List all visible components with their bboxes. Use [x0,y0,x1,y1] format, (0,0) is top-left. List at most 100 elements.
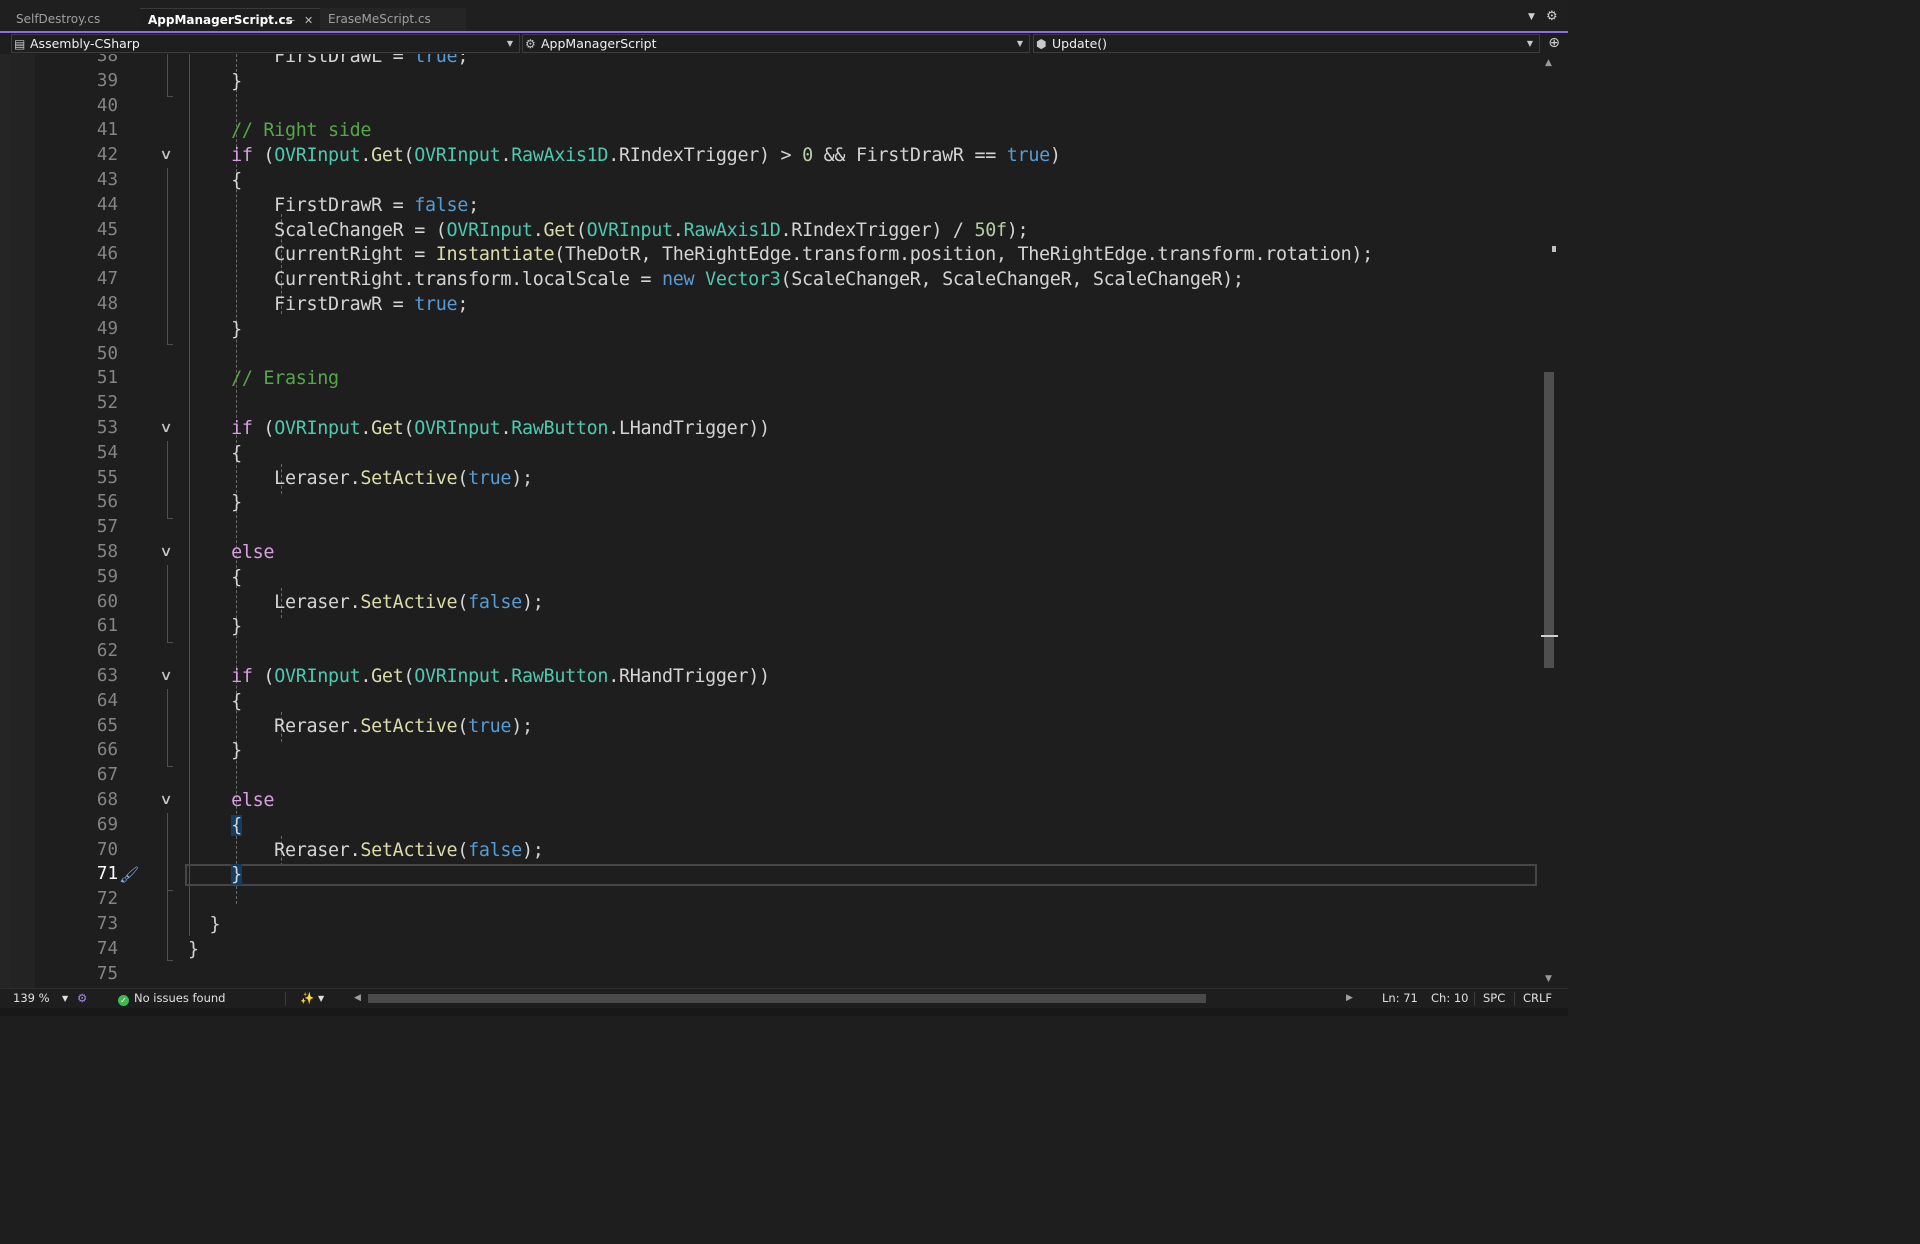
code-text[interactable]: FirstDrawL = true; [188,54,468,69]
code-text[interactable]: } [188,614,242,639]
scroll-down-arrow-icon[interactable]: ▼ [1545,974,1552,984]
code-line[interactable]: 60 Leraser.SetActive(false); [0,590,1540,615]
code-text[interactable]: { [188,441,242,466]
issues-indicator[interactable]: ✓ No issues found [118,989,225,1008]
code-text[interactable]: FirstDrawR = true; [188,292,468,317]
collapse-chevron-icon[interactable]: ∨ [153,664,179,689]
code-text[interactable]: else [188,788,274,813]
scroll-left-arrow-icon[interactable]: ◀ [354,989,361,1008]
code-line[interactable]: 74} [0,937,1540,962]
code-text[interactable]: // Erasing [188,366,339,391]
code-line[interactable]: 50 [0,342,1540,367]
code-text[interactable]: Leraser.SetActive(true); [188,466,533,491]
vertical-scrollbar[interactable]: ▲ ▼ [1541,54,1558,988]
code-line[interactable]: 73 } [0,912,1540,937]
collapse-chevron-icon[interactable]: ∨ [153,540,179,565]
code-line[interactable]: 71 } [0,862,1540,887]
code-text[interactable]: if (OVRInput.Get(OVRInput.RawButton.RHan… [188,664,770,689]
close-icon[interactable]: ✕ [304,9,313,32]
code-line[interactable]: 49 } [0,317,1540,342]
code-text[interactable]: else [188,540,274,565]
code-line[interactable]: 44 FirstDrawR = false; [0,193,1540,218]
class-dropdown[interactable]: ⚙ AppManagerScript ▼ [522,34,1030,53]
code-text[interactable]: } [188,738,242,763]
code-text[interactable]: Reraser.SetActive(false); [188,838,544,863]
code-line[interactable]: 53 ∨ if (OVRInput.Get(OVRInput.RawButton.… [0,416,1540,441]
chevron-down-icon[interactable]: ▼ [1528,12,1535,22]
code-line[interactable]: 75 [0,962,1540,987]
code-line[interactable]: 47 CurrentRight.transform.localScale = n… [0,267,1540,292]
spacing-indicator[interactable]: SPC [1483,989,1505,1008]
collapse-chevron-icon[interactable]: ∨ [153,416,179,441]
code-line[interactable]: 59 { [0,565,1540,590]
code-text[interactable]: } [188,937,199,962]
code-line[interactable]: 54 { [0,441,1540,466]
tab-appmanagerscript[interactable]: AppManagerScript.cs ← ✕ [140,8,320,31]
code-text[interactable]: CurrentRight = Instantiate(TheDotR, TheR… [188,242,1373,267]
code-line[interactable]: 69 { [0,813,1540,838]
code-text[interactable]: Leraser.SetActive(false); [188,590,544,615]
member-dropdown[interactable]: ⬢ Update() ▼ [1033,34,1540,53]
code-text[interactable]: { [188,565,242,590]
code-line[interactable]: 40 [0,94,1540,119]
code-text[interactable]: } [188,69,242,94]
code-line[interactable]: 67 [0,763,1540,788]
column-indicator[interactable]: Ch: 10 [1431,989,1468,1008]
chevron-down-icon[interactable]: ▼ [318,989,324,1008]
code-text[interactable]: { [188,168,242,193]
code-line[interactable]: 41 // Right side [0,118,1540,143]
code-text[interactable]: { [188,689,242,714]
pin-icon[interactable]: ← [286,9,295,32]
code-line[interactable]: 64 { [0,689,1540,714]
project-dropdown[interactable]: ▤ Assembly-CSharp ▼ [11,34,520,53]
line-number-indicator[interactable]: Ln: 71 [1382,989,1418,1008]
line-endings-indicator[interactable]: CRLF [1523,989,1552,1008]
code-text[interactable]: } [188,490,242,515]
code-line[interactable]: 62 [0,639,1540,664]
code-text[interactable]: } [188,862,242,887]
code-line[interactable]: 52 [0,391,1540,416]
code-line[interactable]: 43 { [0,168,1540,193]
tab-erasemescript[interactable]: EraseMeScript.cs [320,8,466,31]
code-line[interactable]: 55 Leraser.SetActive(true); [0,466,1540,491]
code-line[interactable]: 68 ∨ else [0,788,1540,813]
code-line[interactable]: 66 } [0,738,1540,763]
scroll-right-arrow-icon[interactable]: ▶ [1346,989,1353,1008]
zoom-level[interactable]: 139 % [13,989,50,1008]
scroll-up-arrow-icon[interactable]: ▲ [1545,58,1552,68]
code-text[interactable]: } [188,317,242,342]
collapse-chevron-icon[interactable]: ∨ [153,788,179,813]
code-line[interactable]: 39 } [0,69,1540,94]
chevron-down-icon[interactable]: ▼ [62,989,68,1008]
code-line[interactable]: 70 Reraser.SetActive(false); [0,838,1540,863]
code-text[interactable]: FirstDrawR = false; [188,193,479,218]
tab-selfdestroy[interactable]: SelfDestroy.cs [8,8,140,31]
code-text[interactable]: ScaleChangeR = (OVRInput.Get(OVRInput.Ra… [188,218,1028,243]
split-window-icon[interactable]: ⊕ [1548,35,1560,51]
code-line[interactable]: 46 CurrentRight = Instantiate(TheDotR, T… [0,242,1540,267]
code-text[interactable]: if (OVRInput.Get(OVRInput.RawAxis1D.RInd… [188,143,1061,168]
code-line[interactable]: 63 ∨ if (OVRInput.Get(OVRInput.RawButton.… [0,664,1540,689]
code-text[interactable]: CurrentRight.transform.localScale = new … [188,267,1244,292]
code-text[interactable]: if (OVRInput.Get(OVRInput.RawButton.LHan… [188,416,770,441]
code-line[interactable]: 56 } [0,490,1540,515]
copilot-icon[interactable]: ⚙ [77,989,87,1008]
code-line[interactable]: 45 ScaleChangeR = (OVRInput.Get(OVRInput… [0,218,1540,243]
code-line[interactable]: 48 FirstDrawR = true; [0,292,1540,317]
horizontal-scroll-thumb[interactable] [368,994,1206,1003]
code-line[interactable]: 38 FirstDrawL = true; [0,54,1540,69]
code-line[interactable]: 65 Reraser.SetActive(true); [0,714,1540,739]
gear-icon[interactable]: ⚙ [1546,9,1558,24]
code-cleanup-icon[interactable]: ✨ [300,989,314,1008]
code-line[interactable]: 58 ∨ else [0,540,1540,565]
code-line[interactable]: 51 // Erasing [0,366,1540,391]
code-text[interactable]: Reraser.SetActive(true); [188,714,533,739]
code-text[interactable]: // Right side [188,118,371,143]
scroll-thumb[interactable] [1544,372,1554,668]
code-line[interactable]: 57 [0,515,1540,540]
code-editor[interactable]: 🖌 38 FirstDrawL = true; 39 } 40 41 // Right… [0,54,1568,988]
code-line[interactable]: 42 ∨ if (OVRInput.Get(OVRInput.RawAxis1D.… [0,143,1540,168]
code-line[interactable]: 61 } [0,614,1540,639]
code-line[interactable]: 72 [0,887,1540,912]
code-text[interactable]: } [188,912,221,937]
